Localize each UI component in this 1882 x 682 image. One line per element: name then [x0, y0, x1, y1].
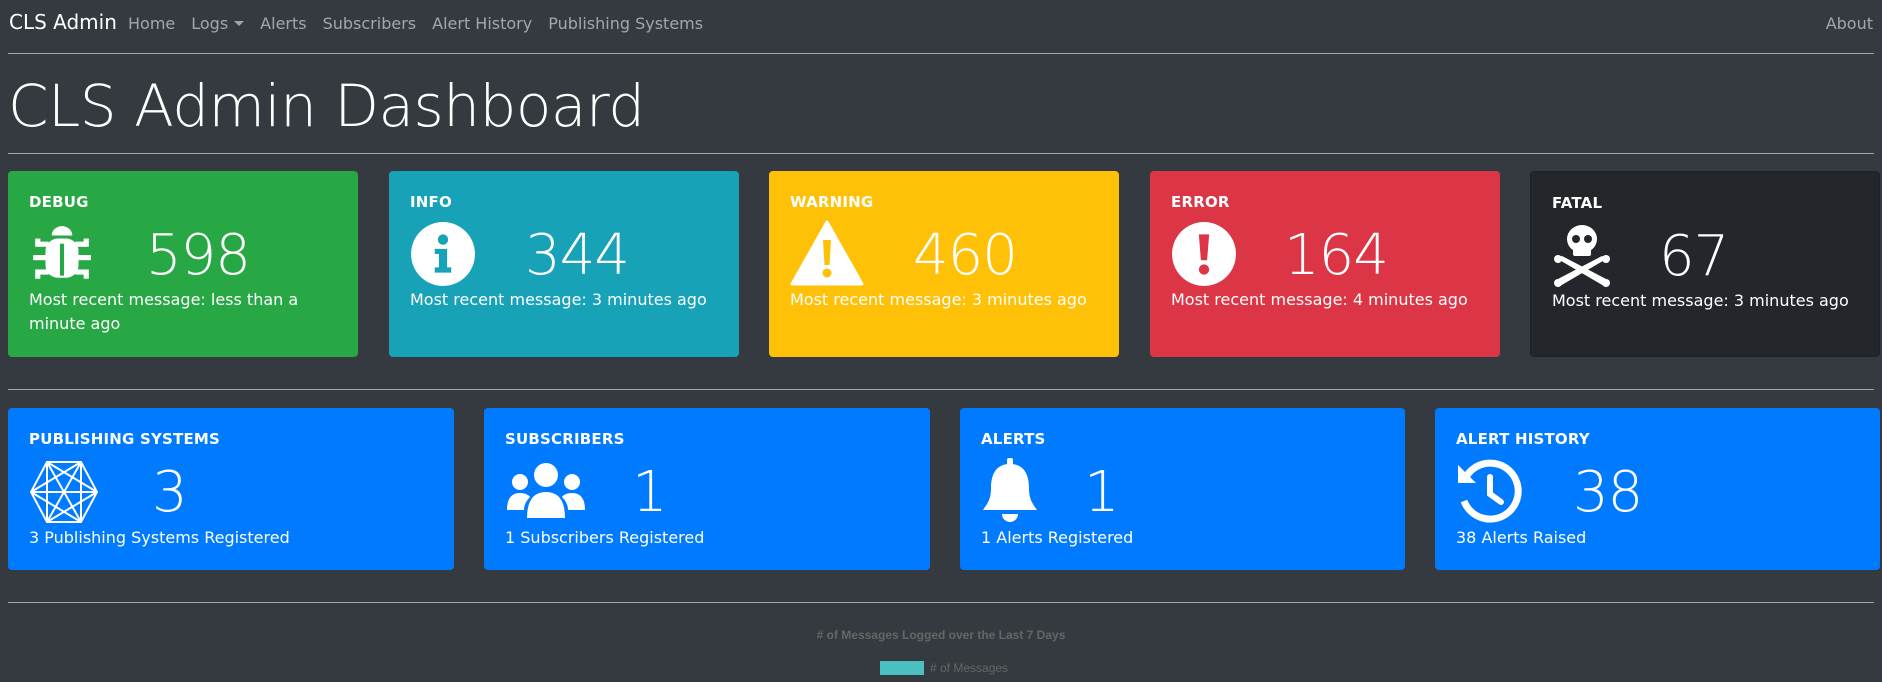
- network-icon: [29, 460, 99, 524]
- subscribers-card[interactable]: SUBSCRIBERS 1 1 Subscribers Registered: [484, 408, 930, 570]
- bug-icon: [29, 221, 95, 287]
- title-divider: [8, 153, 1874, 154]
- publishing-systems-message: 3 Publishing Systems Registered: [29, 528, 290, 547]
- error-count: 164: [1284, 223, 1389, 288]
- debug-count: 598: [146, 223, 251, 288]
- alerts-message: 1 Alerts Registered: [981, 528, 1134, 547]
- info-count: 344: [525, 223, 630, 288]
- page-title: CLS Admin Dashboard: [8, 72, 645, 140]
- navbar-divider: [8, 53, 1874, 54]
- card-title: ALERT HISTORY: [1456, 430, 1590, 448]
- warning-card[interactable]: WARNING 460 Most recent message: 3 minut…: [769, 171, 1119, 357]
- info-recent-message: Most recent message: 3 minutes ago: [410, 290, 707, 309]
- publishing-systems-count: 3: [152, 460, 188, 525]
- alerts-card[interactable]: ALERTS 1 1 Alerts Registered: [960, 408, 1405, 570]
- chart-divider: [8, 602, 1874, 603]
- fatal-card[interactable]: FATAL 67 Most recent message: 3 minutes …: [1530, 171, 1880, 357]
- info-card[interactable]: INFO 344 Most recent message: 3 minutes …: [389, 171, 739, 357]
- brand-link[interactable]: CLS Admin: [9, 10, 117, 34]
- legend-swatch: [880, 661, 924, 675]
- nav-home[interactable]: Home: [128, 14, 175, 33]
- nav-subscribers[interactable]: Subscribers: [323, 14, 417, 33]
- nav-alerts[interactable]: Alerts: [260, 14, 306, 33]
- nav-alert-history[interactable]: Alert History: [432, 14, 532, 33]
- nav-about[interactable]: About: [1826, 14, 1873, 33]
- error-recent-message: Most recent message: 4 minutes ago: [1171, 290, 1468, 309]
- exclamation-circle-icon: [1171, 221, 1237, 287]
- nav-publishing-systems[interactable]: Publishing Systems: [548, 14, 703, 33]
- error-card[interactable]: ERROR 164 Most recent message: 4 minutes…: [1150, 171, 1500, 357]
- chevron-down-icon: [234, 21, 245, 26]
- warning-count: 460: [913, 223, 1018, 288]
- subscribers-message: 1 Subscribers Registered: [505, 528, 705, 547]
- alert-history-message: 38 Alerts Raised: [1456, 528, 1587, 547]
- warning-triangle-icon: [790, 219, 864, 287]
- nav-logs-dropdown[interactable]: Logs: [191, 14, 245, 33]
- chart-legend[interactable]: # of Messages: [880, 661, 1008, 675]
- card-title: SUBSCRIBERS: [505, 430, 625, 448]
- users-icon: [505, 462, 587, 520]
- alerts-count: 1: [1084, 460, 1120, 525]
- card-title: INFO: [410, 193, 452, 211]
- nav-logs-label: Logs: [191, 14, 229, 33]
- nav-links: Home Logs Alerts Subscribers Alert Histo…: [128, 14, 703, 33]
- debug-card[interactable]: DEBUG 598 Most recent message: less than…: [8, 171, 358, 357]
- history-icon: [1456, 459, 1522, 525]
- legend-label: # of Messages: [930, 661, 1009, 675]
- fatal-count: 67: [1659, 224, 1729, 289]
- info-circle-icon: [410, 221, 476, 287]
- bell-icon: [981, 458, 1039, 524]
- card-title: WARNING: [790, 193, 874, 211]
- alert-history-card[interactable]: ALERT HISTORY 38 38 Alerts Raised: [1435, 408, 1880, 570]
- navbar: CLS Admin Home Logs Alerts Subscribers A…: [0, 0, 1882, 46]
- card-title: FATAL: [1552, 194, 1603, 212]
- publishing-systems-card[interactable]: PUBLISHING SYSTEMS 3 3 Publishing System…: [8, 408, 454, 570]
- card-title: ERROR: [1171, 193, 1230, 211]
- alert-history-count: 38: [1573, 460, 1643, 525]
- cards-divider: [8, 389, 1874, 390]
- skull-crossbones-icon: [1552, 222, 1612, 288]
- debug-recent-message: Most recent message: less than a minute …: [29, 290, 299, 333]
- card-title: ALERTS: [981, 430, 1046, 448]
- fatal-recent-message: Most recent message: 3 minutes ago: [1552, 291, 1849, 310]
- chart-title: # of Messages Logged over the Last 7 Day…: [816, 628, 1066, 642]
- card-title: DEBUG: [29, 193, 89, 211]
- subscribers-count: 1: [632, 460, 668, 525]
- card-title: PUBLISHING SYSTEMS: [29, 430, 221, 448]
- warning-recent-message: Most recent message: 3 minutes ago: [790, 290, 1087, 309]
